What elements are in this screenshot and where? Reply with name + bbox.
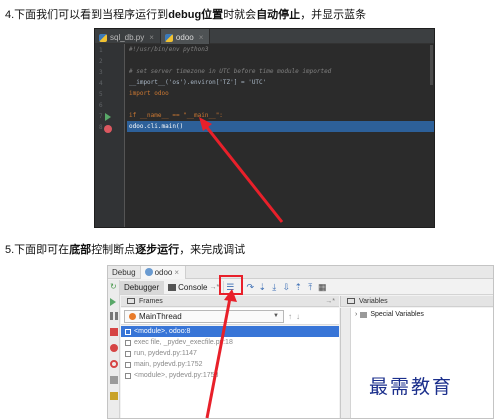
watermark: 最需教育: [369, 376, 454, 398]
annotation-arrows: [199, 117, 284, 419]
arrow-2: [205, 289, 237, 419]
arrow-1: [199, 117, 284, 223]
